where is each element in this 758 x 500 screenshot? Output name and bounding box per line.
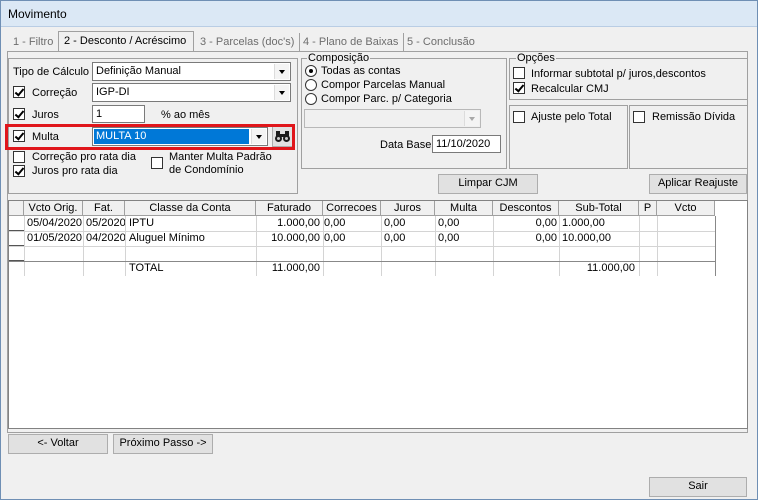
chevron-down-icon[interactable] — [464, 111, 479, 126]
proximo-passo-button[interactable]: Próximo Passo -> — [113, 434, 213, 454]
juros-unit-label: % ao mês — [161, 109, 210, 121]
title-bar: Movimento — [1, 1, 757, 27]
juros-pro-rata-checkbox[interactable] — [13, 165, 25, 177]
correcao-pro-rata-label: Correção pro rata dia — [32, 151, 136, 163]
cell-juros[interactable]: 0,00 — [384, 231, 434, 246]
cell-subtotal[interactable]: 1.000,00 — [562, 216, 638, 231]
cell-vcto[interactable]: 05/04/2020 — [27, 216, 83, 231]
informar-subtotal-label: Informar subtotal p/ juros,descontos — [531, 68, 706, 80]
recalcular-cmj-label: Recalcular CMJ — [531, 83, 609, 95]
composicao-title: Composição — [307, 52, 371, 64]
total-label: TOTAL — [129, 262, 164, 274]
cell-classe[interactable]: IPTU — [129, 216, 254, 231]
informar-subtotal-checkbox[interactable] — [513, 67, 525, 79]
cell-vcto[interactable]: 01/05/2020 — [27, 231, 83, 246]
juros-pro-rata-label: Juros pro rata dia — [32, 165, 118, 177]
chevron-down-icon[interactable] — [274, 64, 289, 79]
cell-descontos[interactable]: 0,00 — [493, 216, 557, 231]
manter-multa-checkbox[interactable] — [151, 157, 163, 169]
remissao-divida-checkbox[interactable] — [633, 111, 645, 123]
recalcular-cmj-checkbox[interactable] — [513, 82, 525, 94]
cell-juros[interactable]: 0,00 — [384, 216, 434, 231]
correcao-value: IGP-DI — [96, 86, 130, 98]
ajuste-total-label: Ajuste pelo Total — [531, 111, 612, 123]
correcao-select[interactable]: IGP-DI — [92, 83, 291, 102]
juros-label: Juros — [32, 109, 59, 121]
cell-multa[interactable]: 0,00 — [438, 231, 492, 246]
header-p[interactable]: P — [639, 201, 657, 216]
tipo-calculo-label: Tipo de Cálculo — [13, 66, 90, 78]
row-indicator-line — [9, 230, 24, 231]
cell-descontos[interactable]: 0,00 — [493, 231, 557, 246]
radio-todas-contas[interactable] — [305, 65, 317, 77]
sair-button[interactable]: Sair — [649, 477, 747, 497]
row-indicator-line — [9, 260, 24, 261]
row-indicator-line — [9, 245, 24, 246]
grid-indicator-header — [9, 201, 24, 216]
grid-col-line — [715, 216, 716, 276]
grid-row-line — [9, 246, 715, 247]
data-base-value: 11/10/2020 — [436, 138, 491, 150]
header-faturado[interactable]: Faturado — [256, 201, 323, 216]
header-subtotal[interactable]: Sub-Total — [559, 201, 639, 216]
cell-subtotal[interactable]: 10.000,00 — [562, 231, 638, 246]
cell-faturado[interactable]: 10.000,00 — [256, 231, 320, 246]
cell-correcoes[interactable]: 0,00 — [324, 216, 380, 231]
tipo-calculo-value: Definição Manual — [96, 65, 181, 77]
tab-parcelas[interactable]: 3 - Parcelas (doc's) — [195, 33, 301, 51]
manter-multa-label-2: de Condomínio — [169, 164, 244, 176]
cell-faturado[interactable]: 1.000,00 — [256, 216, 320, 231]
tab-conclusao[interactable]: 5 - Conclusão — [402, 33, 480, 51]
data-base-input[interactable]: 11/10/2020 — [432, 135, 501, 153]
tab-filtro[interactable]: 1 - Filtro — [8, 33, 60, 51]
compor-manual-label: Compor Parcelas Manual — [321, 79, 446, 91]
tipo-calculo-select[interactable]: Definição Manual — [92, 62, 291, 81]
manter-multa-label-1: Manter Multa Padrão — [169, 151, 272, 163]
tab-plano-baixas[interactable]: 4 - Plano de Baixas — [298, 33, 405, 51]
remissao-divida-label: Remissão Dívida — [652, 111, 736, 123]
aplicar-reajuste-button[interactable]: Aplicar Reajuste — [649, 174, 747, 194]
radio-compor-manual[interactable] — [305, 79, 317, 91]
cell-fat[interactable]: 05/2020 — [86, 216, 125, 231]
correcao-label: Correção — [32, 87, 78, 99]
chevron-down-icon[interactable] — [274, 85, 289, 100]
multa-highlight-box — [5, 124, 295, 150]
correcao-checkbox[interactable] — [13, 86, 25, 98]
window-title: Movimento — [8, 7, 67, 21]
opcoes-title: Opções — [516, 52, 556, 64]
header-descontos[interactable]: Descontos — [493, 201, 559, 216]
ajuste-total-checkbox[interactable] — [513, 111, 525, 123]
compor-categoria-label: Compor Parc. p/ Categoria — [321, 93, 452, 105]
header-fat[interactable]: Fat. — [83, 201, 125, 216]
tab-desconto-acrescimo[interactable]: 2 - Desconto / Acréscimo — [58, 31, 194, 52]
juros-checkbox[interactable] — [13, 108, 25, 120]
radio-compor-categoria[interactable] — [305, 93, 317, 105]
juros-value: 1 — [96, 108, 103, 120]
correcao-pro-rata-checkbox[interactable] — [13, 151, 25, 163]
header-multa[interactable]: Multa — [435, 201, 493, 216]
contas-grid[interactable]: Vcto Orig. Fat. Classe da Conta Faturado… — [8, 200, 748, 429]
data-base-label: Data Base — [380, 139, 432, 151]
movimento-window: Movimento 1 - Filtro 2 - Desconto / Acré… — [0, 0, 758, 500]
header-vcto[interactable]: Vcto — [657, 201, 715, 216]
voltar-button[interactable]: <- Voltar — [8, 434, 108, 454]
header-vcto-orig[interactable]: Vcto Orig. — [24, 201, 83, 216]
header-classe-conta[interactable]: Classe da Conta — [125, 201, 256, 216]
limpar-cjm-button[interactable]: Limpar CJM — [438, 174, 538, 194]
juros-input[interactable]: 1 — [92, 105, 145, 123]
header-juros[interactable]: Juros — [381, 201, 435, 216]
cell-correcoes[interactable]: 0,00 — [324, 231, 380, 246]
todas-contas-label: Todas as contas — [321, 65, 401, 77]
total-faturado: 11.000,00 — [271, 262, 320, 274]
categoria-select[interactable] — [304, 109, 481, 128]
header-correcoes[interactable]: Correcoes — [323, 201, 381, 216]
total-subtotal: 11.000,00 — [586, 262, 635, 274]
cell-multa[interactable]: 0,00 — [438, 216, 492, 231]
cell-fat[interactable]: 04/2020 — [86, 231, 125, 246]
cell-classe[interactable]: Aluguel Mínimo — [129, 231, 254, 246]
